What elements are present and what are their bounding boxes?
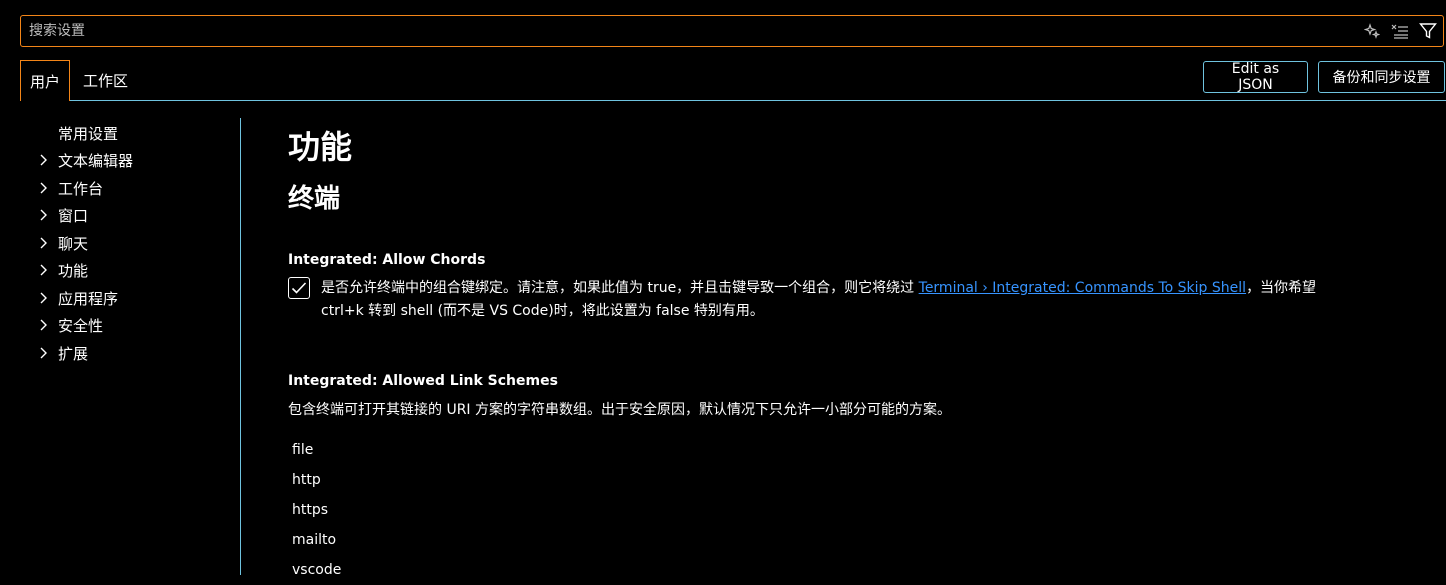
list-item[interactable]: file <box>288 435 688 465</box>
tab-workspace[interactable]: 工作区 <box>74 60 137 101</box>
toc-item-label: 文本编辑器 <box>58 151 134 170</box>
toc-item-label: 应用程序 <box>58 289 119 308</box>
toc-item-commonly-used[interactable]: 常用设置 <box>20 121 235 145</box>
search-actions <box>1361 20 1443 42</box>
toc-item-extensions[interactable]: 扩展 <box>20 341 235 365</box>
list-item[interactable]: mailto <box>288 525 688 555</box>
desc-text-part2: ，当你希望 <box>1246 280 1317 296</box>
checkmark-icon <box>291 282 307 294</box>
toc-item-application[interactable]: 应用程序 <box>20 286 235 310</box>
chevron-right-icon <box>34 343 54 363</box>
toc-item-chat[interactable]: 聊天 <box>20 231 235 255</box>
toc-item-features[interactable]: 功能 <box>20 258 235 282</box>
setting-title-name: Allow Chords <box>382 252 486 268</box>
toc-item-label: 常用设置 <box>58 124 119 143</box>
search-input[interactable] <box>21 16 1361 46</box>
setting-title-prefix: Integrated: <box>288 373 383 389</box>
sparkle-icon[interactable] <box>1361 20 1383 42</box>
settings-tab-row: 用户 工作区 Edit as JSON 备份和同步设置 <box>20 60 1446 101</box>
toc-item-label: 扩展 <box>58 344 89 363</box>
setting-description-allow-chords: 是否允许终端中的组合键绑定。请注意，如果此值为 true，并且击键导致一个组合，… <box>321 277 1438 323</box>
setting-description-allowed-link-schemes: 包含终端可打开其链接的 URI 方案的字符串数组。出于安全原因，默认情况下只允许… <box>288 402 952 418</box>
setting-title-prefix: Integrated: <box>288 252 383 268</box>
toc-item-label: 聊天 <box>58 234 89 253</box>
setting-title-allowed-link-schemes: Integrated: Allowed Link Schemes <box>288 373 558 389</box>
filter-icon[interactable] <box>1417 20 1439 42</box>
chevron-right-icon <box>34 260 54 280</box>
desc-text-line2: ctrl+k 转到 shell (而不是 VS Code)时，将此设置为 fal… <box>321 303 764 319</box>
allow-chords-checkbox[interactable] <box>288 277 310 299</box>
settings-content: 功能 终端 Integrated: Allow Chords 是否允许终端中的组… <box>288 118 1438 578</box>
toc-item-label: 窗口 <box>58 206 89 225</box>
desc-text-part1: 是否允许终端中的组合键绑定。请注意，如果此值为 true，并且击键导致一个组合，… <box>321 280 919 296</box>
chevron-right-icon <box>34 288 54 308</box>
setting-title-name: Allowed Link Schemes <box>382 373 558 389</box>
toc-item-window[interactable]: 窗口 <box>20 203 235 227</box>
list-item[interactable]: vscode <box>288 555 688 585</box>
chevron-right-icon <box>34 150 54 170</box>
toc-divider[interactable] <box>240 118 241 575</box>
settings-search-bar[interactable] <box>20 15 1444 47</box>
toc-item-text-editor[interactable]: 文本编辑器 <box>20 148 235 172</box>
tab-user[interactable]: 用户 <box>20 60 71 101</box>
backup-sync-button[interactable]: 备份和同步设置 <box>1318 61 1445 93</box>
chevron-right-icon <box>34 205 54 225</box>
toc-item-label: 安全性 <box>58 316 104 335</box>
list-item[interactable]: https <box>288 495 688 525</box>
chevron-right-icon <box>34 315 54 335</box>
clear-filter-icon[interactable] <box>1389 20 1411 42</box>
list-item[interactable]: http <box>288 465 688 495</box>
toc-item-label: 功能 <box>58 261 89 280</box>
toc-item-workbench[interactable]: 工作台 <box>20 176 235 200</box>
section-title: 功能 <box>288 128 353 166</box>
commands-to-skip-shell-link[interactable]: Terminal › Integrated: Commands To Skip … <box>919 280 1246 296</box>
toc-item-label: 工作台 <box>58 179 104 198</box>
setting-title-allow-chords: Integrated: Allow Chords <box>288 252 485 268</box>
subsection-title: 终端 <box>288 184 341 214</box>
chevron-right-icon <box>34 233 54 253</box>
settings-toc: 常用设置 文本编辑器 工作台 窗口 聊天 功能 应用程序 安全性 扩展 <box>20 118 240 575</box>
edit-as-json-button[interactable]: Edit as JSON <box>1203 61 1308 93</box>
toc-item-security[interactable]: 安全性 <box>20 313 235 337</box>
chevron-right-icon <box>34 178 54 198</box>
